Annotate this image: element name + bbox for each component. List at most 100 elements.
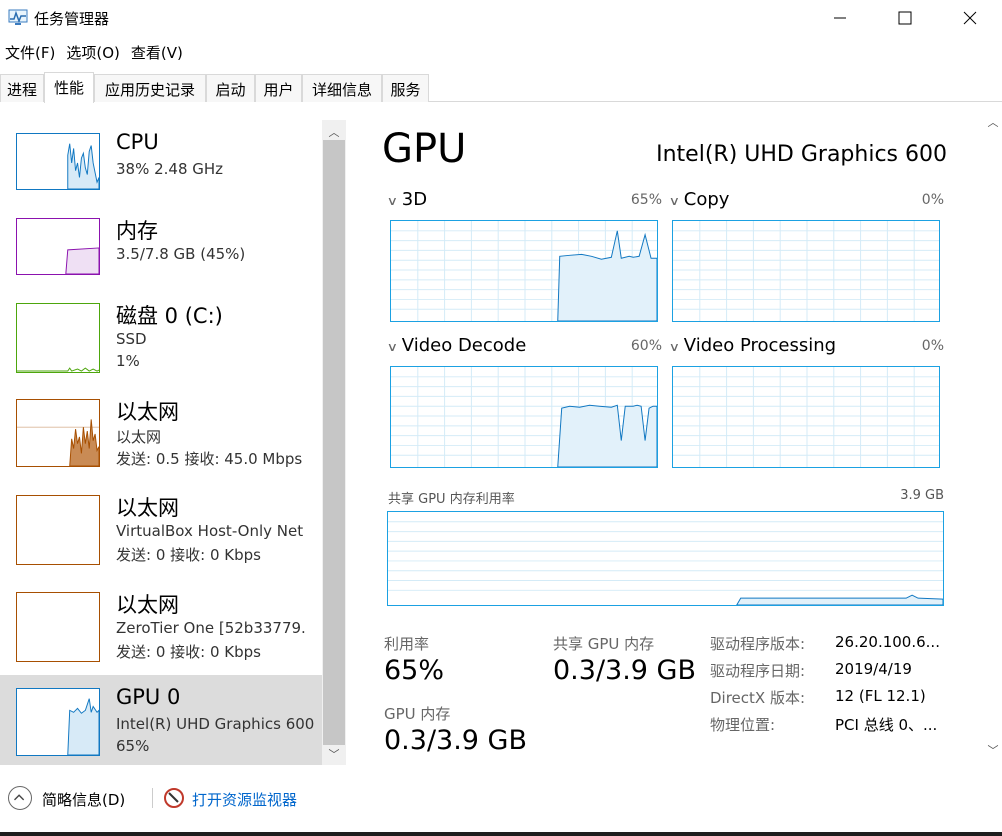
- chevron-down-icon: ∨: [386, 340, 399, 354]
- graph-label-video-decode: Video Decode: [401, 335, 527, 356]
- chevron-up-icon: [14, 794, 25, 801]
- sidebar-item-detail-2: 65%: [116, 737, 150, 755]
- sidebar-item-memory[interactable]: 内存 3.5/7.8 GB (45%): [0, 205, 322, 301]
- graph-engine-selector[interactable]: ∨ Copy: [668, 189, 730, 210]
- tab-app-history[interactable]: 应用历史记录: [94, 74, 206, 102]
- sidebar-item-title: CPU: [116, 130, 159, 154]
- close-button[interactable]: [947, 0, 993, 36]
- cpu-thumbnail-graph: [16, 133, 100, 190]
- menu-file[interactable]: 文件(F): [0, 38, 61, 66]
- footer-divider: [152, 788, 153, 808]
- sidebar-item-detail: SSD: [116, 330, 147, 348]
- menu-view[interactable]: 查看(V): [126, 38, 189, 66]
- memory-thumbnail-graph: [16, 218, 100, 275]
- sidebar-item-ethernet-1[interactable]: 以太网 以太网 发送: 0.5 接收: 45.0 Mbps: [0, 386, 322, 482]
- graph-3d: [390, 220, 658, 322]
- graph-engine-selector[interactable]: ∨ Video Processing: [668, 335, 837, 356]
- sidebar-item-title: 以太网: [116, 496, 179, 520]
- ethernet-thumbnail-graph: [16, 399, 100, 467]
- sidebar-item-disk[interactable]: 磁盘 0 (C:) SSD 1%: [0, 290, 322, 386]
- driver-date-label: 驱动程序日期:: [710, 662, 806, 680]
- driver-date-value: 2019/4/19: [835, 660, 912, 678]
- directx-version-label: DirectX 版本:: [710, 689, 806, 707]
- graph-engine-selector[interactable]: ∨ Video Decode: [386, 335, 527, 356]
- sidebar-scrollbar[interactable]: ︿ ﹀: [322, 120, 346, 765]
- sidebar-item-ethernet-3[interactable]: 以太网 ZeroTier One [52b33779. 发送: 0 接收: 0 …: [0, 579, 322, 675]
- shared-memory-value: 0.3/3.9 GB: [553, 655, 697, 686]
- sidebar-item-title: 以太网: [116, 400, 179, 424]
- bottom-edge: [0, 832, 1002, 836]
- graph-percent-video-decode: 60%: [630, 338, 662, 354]
- graph-label-copy: Copy: [683, 189, 730, 210]
- minimize-button[interactable]: [817, 0, 863, 36]
- tab-bar: 进程 性能 应用历史记录 启动 用户 详细信息 服务: [0, 72, 1002, 103]
- sidebar-item-detail-2: 1%: [116, 352, 140, 370]
- ethernet-thumbnail-graph: [16, 592, 100, 662]
- menu-options[interactable]: 选项(O): [61, 38, 126, 66]
- tab-performance[interactable]: 性能: [44, 72, 94, 103]
- gpu-memory-value: 0.3/3.9 GB: [384, 725, 528, 756]
- shared-memory-label: 共享 GPU 内存: [553, 635, 655, 653]
- page-title: GPU: [382, 126, 467, 172]
- scroll-thumb[interactable]: [323, 140, 345, 745]
- ethernet-thumbnail-graph: [16, 495, 100, 565]
- tab-users[interactable]: 用户: [255, 74, 302, 102]
- sidebar-item-detail-2: 发送: 0 接收: 0 Kbps: [116, 643, 261, 661]
- utilization-label: 利用率: [384, 635, 430, 653]
- sidebar-item-title: 磁盘 0 (C:): [116, 304, 223, 328]
- graph-label-video-processing: Video Processing: [683, 335, 837, 356]
- menu-bar: 文件(F) 选项(O) 查看(V): [0, 38, 189, 66]
- gpu-model-name: Intel(R) UHD Graphics 600: [656, 142, 947, 167]
- maximize-button[interactable]: [882, 0, 928, 36]
- physical-location-label: 物理位置:: [710, 716, 776, 734]
- sidebar-item-detail: 38% 2.48 GHz: [116, 160, 224, 178]
- tab-processes[interactable]: 进程: [0, 74, 44, 102]
- sidebar-item-cpu[interactable]: CPU 38% 2.48 GHz: [0, 120, 322, 216]
- sidebar-item-ethernet-2[interactable]: 以太网 VirtualBox Host-Only Net 发送: 0 接收: 0…: [0, 482, 322, 578]
- sidebar-item-title: GPU 0: [116, 685, 181, 709]
- maximize-icon: [898, 11, 912, 25]
- sidebar-item-title: 以太网: [116, 593, 179, 617]
- graph-percent-copy: 0%: [921, 192, 944, 208]
- sidebar-item-detail: 以太网: [116, 428, 162, 446]
- chevron-down-icon: ∨: [668, 340, 681, 354]
- sidebar-item-detail: Intel(R) UHD Graphics 600: [116, 715, 315, 733]
- task-manager-icon: [8, 9, 28, 26]
- shared-memory-graph-label: 共享 GPU 内存利用率: [388, 492, 515, 507]
- gpu-thumbnail-graph: [16, 688, 100, 756]
- sidebar-item-detail-2: 发送: 0.5 接收: 45.0 Mbps: [116, 450, 303, 468]
- chevron-down-icon: ∨: [668, 194, 681, 208]
- driver-version-label: 驱动程序版本:: [710, 635, 806, 653]
- graph-shared-memory: [387, 511, 944, 606]
- title-bar: 任务管理器: [0, 0, 1002, 36]
- window-title: 任务管理器: [34, 10, 110, 28]
- sidebar-item-title: 内存: [116, 219, 158, 243]
- close-icon: [963, 11, 977, 25]
- fewer-details-button[interactable]: [8, 786, 32, 810]
- tab-services[interactable]: 服务: [382, 74, 429, 102]
- graph-percent-video-processing: 0%: [921, 338, 944, 354]
- fewer-details-label[interactable]: 简略信息(D): [42, 789, 125, 810]
- utilization-value: 65%: [384, 655, 445, 686]
- performance-sidebar: CPU 38% 2.48 GHz 内存 3.5/7.8 GB (45%) 磁盘 …: [0, 120, 322, 765]
- directx-version-value: 12 (FL 12.1): [835, 687, 926, 705]
- scroll-down-icon[interactable]: ﹀: [984, 742, 1002, 758]
- graph-copy: [672, 220, 940, 322]
- graph-video-processing: [672, 366, 940, 468]
- graph-video-decode: [390, 366, 658, 468]
- chevron-down-icon: ∨: [386, 194, 399, 208]
- scroll-up-icon[interactable]: ︿: [984, 114, 1002, 130]
- driver-version-value: 26.20.100.6...: [835, 633, 940, 651]
- sidebar-item-gpu[interactable]: GPU 0 Intel(R) UHD Graphics 600 65%: [0, 675, 322, 765]
- scroll-down-icon[interactable]: ﹀: [322, 746, 346, 764]
- sidebar-item-detail: ZeroTier One [52b33779.: [116, 619, 306, 637]
- graph-engine-selector[interactable]: ∨ 3D: [386, 189, 427, 210]
- gpu-memory-label: GPU 内存: [384, 705, 451, 723]
- graph-percent-3d: 65%: [630, 192, 662, 208]
- resource-monitor-icon[interactable]: [163, 787, 185, 809]
- tab-startup[interactable]: 启动: [206, 74, 255, 102]
- main-scrollbar[interactable]: ︿ ﹀: [984, 108, 1002, 768]
- open-resource-monitor-link[interactable]: 打开资源监视器: [192, 789, 297, 810]
- tab-details[interactable]: 详细信息: [302, 74, 382, 102]
- sidebar-item-detail: 3.5/7.8 GB (45%): [116, 245, 246, 263]
